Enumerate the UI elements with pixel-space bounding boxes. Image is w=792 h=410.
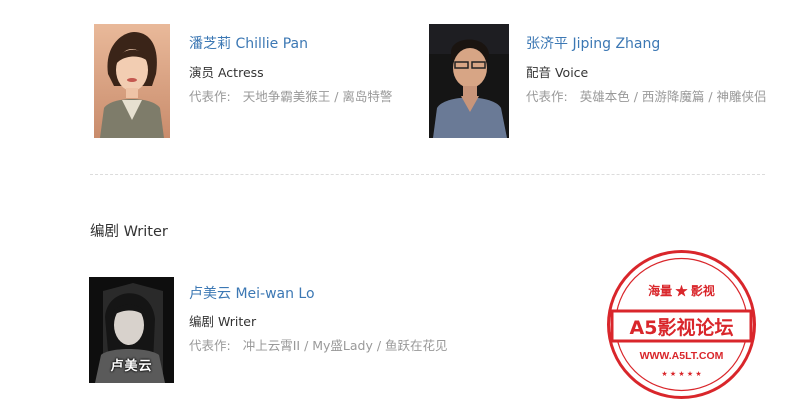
stamp-main-text: A5影视论坛 xyxy=(630,316,734,339)
portrait-image xyxy=(94,24,170,138)
works-label: 代表作: xyxy=(189,338,231,353)
photo-mei-wan-lo[interactable]: 卢美云 xyxy=(89,277,174,383)
cast-works: 代表作: 天地争霸美猴王 / 离岛特警 xyxy=(189,87,419,107)
cast-name-link[interactable]: 潘芝莉 Chillie Pan xyxy=(189,33,308,53)
cast-works: 代表作: 英雄本色 / 西游降魔篇 / 神雕侠侣 xyxy=(526,87,770,107)
works-list: 天地争霸美猴王 / 离岛特警 xyxy=(242,89,393,104)
works-label: 代表作: xyxy=(189,89,231,104)
photo-chillie-pan[interactable] xyxy=(94,24,170,138)
photo-jiping-zhang[interactable] xyxy=(429,24,509,138)
writer-name-link[interactable]: 卢美云 Mei-wan Lo xyxy=(189,283,315,303)
section-title-writer: 编剧 Writer xyxy=(90,224,168,240)
a5-watermark-stamp: 海量 ★ 影视 A5影视论坛 WWW.A5LT.COM ★ ★ ★ ★ ★ xyxy=(606,249,757,400)
works-list: 英雄本色 / 西游降魔篇 / 神雕侠侣 xyxy=(579,89,767,104)
writer-role: 编剧 Writer xyxy=(189,314,257,329)
section-divider xyxy=(90,174,765,175)
photo-caption: 卢美云 xyxy=(110,359,153,374)
cast-role: 演员 Actress xyxy=(189,65,264,80)
cast-name-link[interactable]: 张济平 Jiping Zhang xyxy=(526,33,660,53)
stamp-stars-icon: ★ ★ ★ ★ ★ xyxy=(661,370,701,378)
writer-works: 代表作: 冲上云霄II / My盛Lady / 鱼跃在花见 xyxy=(189,336,489,356)
cast-role: 配音 Voice xyxy=(526,65,589,80)
stamp-seal-icon: 海量 ★ 影视 A5影视论坛 WWW.A5LT.COM ★ ★ ★ ★ ★ xyxy=(607,250,756,399)
works-list: 冲上云霄II / My盛Lady / 鱼跃在花见 xyxy=(242,338,448,353)
stamp-url-text: WWW.A5LT.COM xyxy=(640,350,724,362)
works-label: 代表作: xyxy=(526,89,568,104)
stamp-top-text: 海量 ★ 影视 xyxy=(648,283,715,298)
portrait-image xyxy=(429,24,509,138)
